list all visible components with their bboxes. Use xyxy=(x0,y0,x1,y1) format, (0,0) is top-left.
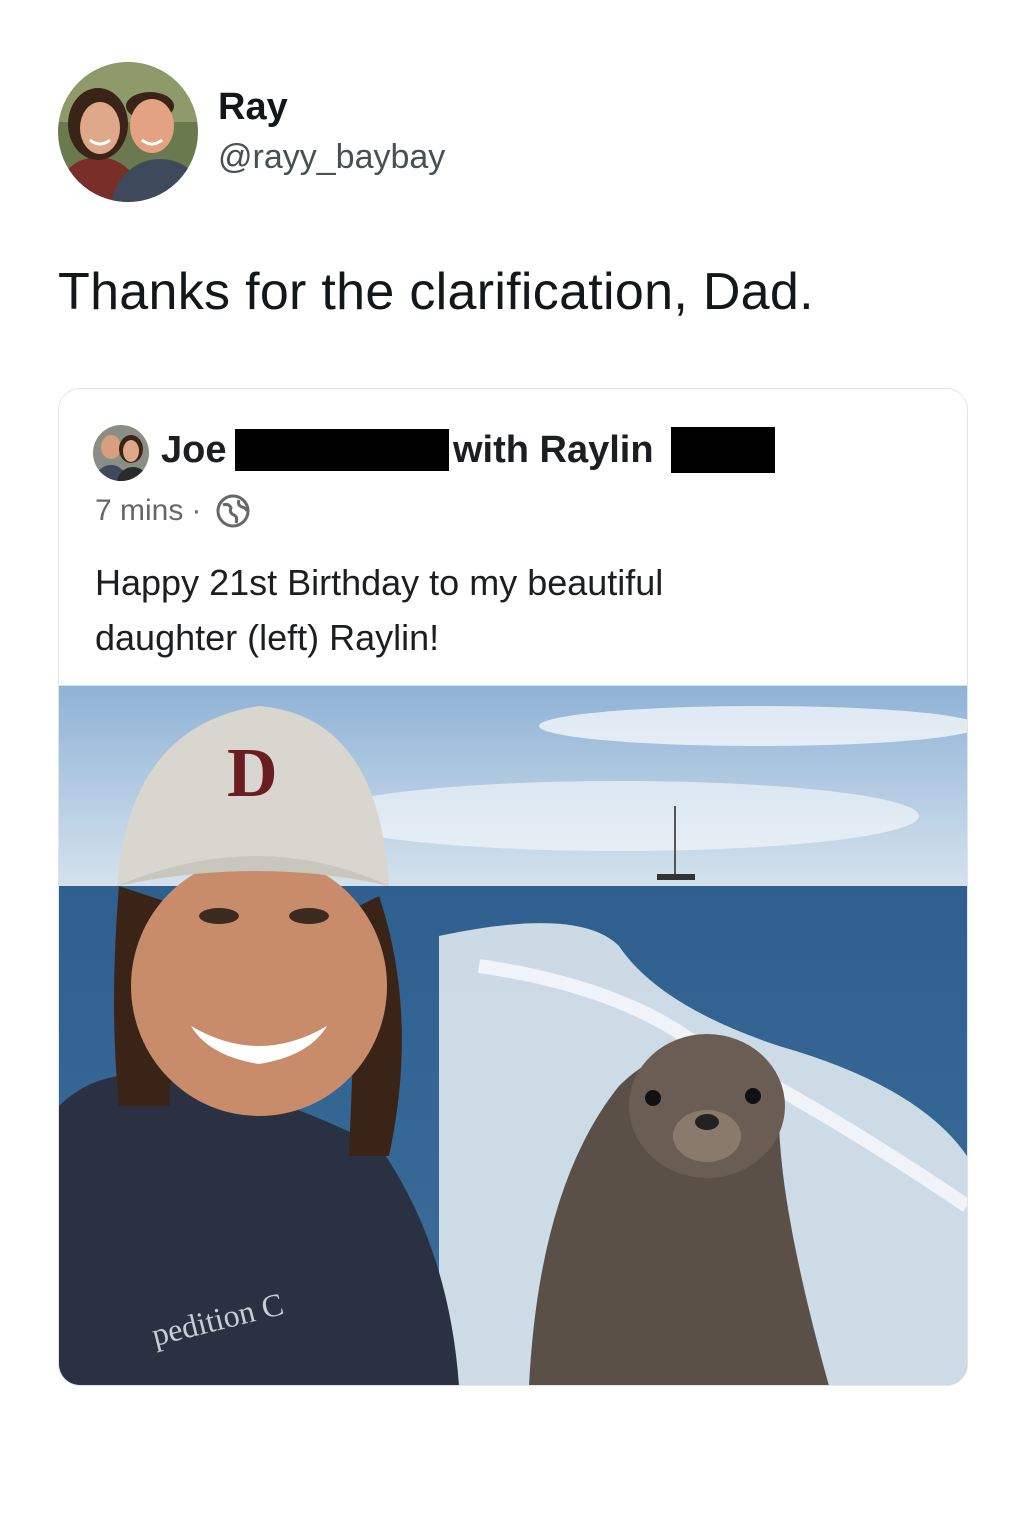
user-avatar[interactable] xyxy=(58,62,198,202)
display-name[interactable]: Ray xyxy=(218,86,288,129)
post-author-name[interactable]: Joe xyxy=(161,429,226,472)
post-timestamp[interactable]: 7 mins xyxy=(95,494,183,528)
redaction-bar xyxy=(235,429,449,471)
tweet-header: Ray @rayy_baybay xyxy=(58,62,958,202)
tweet-text: Thanks for the clarification, Dad. xyxy=(58,263,814,321)
globe-icon xyxy=(216,494,250,528)
post-text-line: Happy 21st Birthday to my beautiful xyxy=(95,562,664,603)
post-meta: 7 mins · xyxy=(95,493,251,529)
cap-logo-text: D xyxy=(227,735,278,812)
post-author-avatar[interactable] xyxy=(93,425,149,481)
user-handle[interactable]: @rayy_baybay xyxy=(218,138,445,177)
redaction-bar xyxy=(671,427,775,473)
tagged-with-label[interactable]: with Raylin xyxy=(453,429,654,472)
post-text-line: daughter (left) Raylin! xyxy=(95,617,440,658)
post-text: Happy 21st Birthday to my beautiful daug… xyxy=(95,555,935,665)
post-photo[interactable]: D pedition C xyxy=(59,685,967,1385)
embedded-post-card[interactable]: Joe with Raylin 7 mins · Happy 21st Birt… xyxy=(58,388,968,1386)
meta-separator: · xyxy=(191,494,202,527)
